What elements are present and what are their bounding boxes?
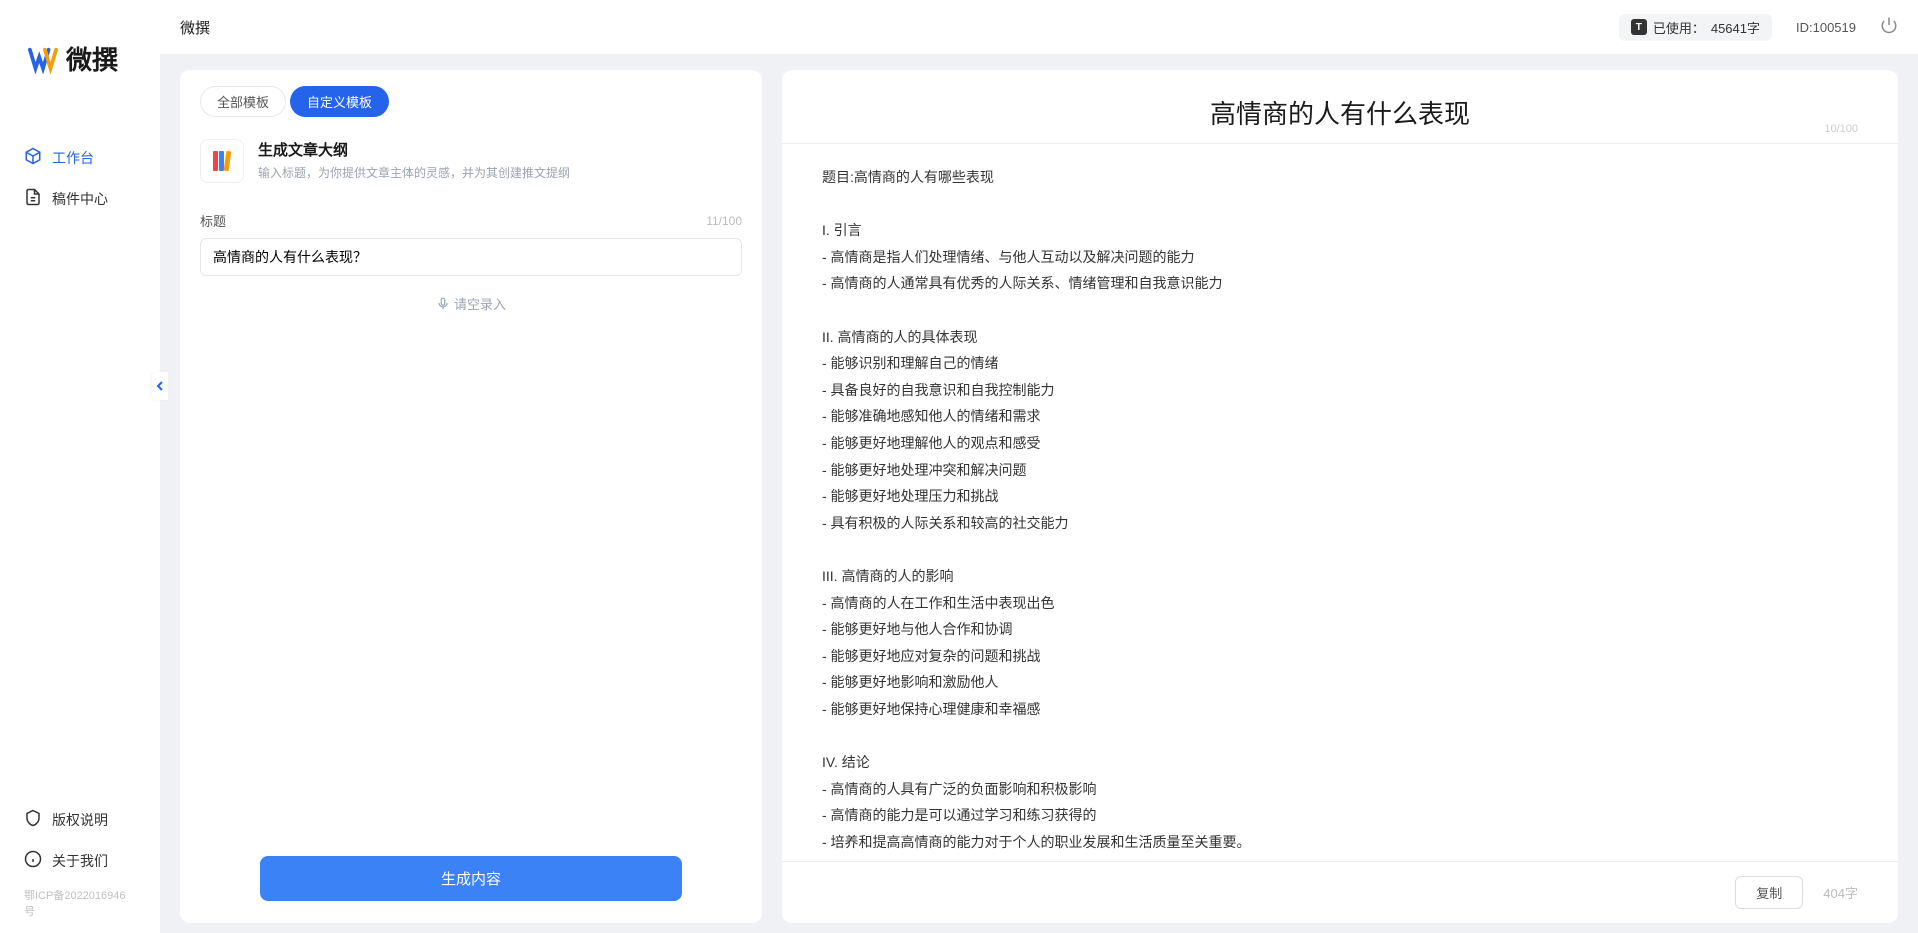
sidebar-item-label: 版权说明	[52, 810, 108, 830]
result-header: 高情商的人有什么表现 10/100	[782, 70, 1898, 144]
generate-button[interactable]: 生成内容	[260, 856, 682, 901]
info-icon	[24, 850, 42, 871]
main: 全部模板 自定义模板 生成文章大纲 输入标题，为你提供文章主体的灵感，并为其创建…	[180, 70, 1898, 923]
sidebar-item-label: 工作台	[52, 148, 94, 168]
sidebar-item-about[interactable]: 关于我们	[0, 840, 160, 881]
template-card: 生成文章大纲 输入标题，为你提供文章主体的灵感，并为其创建推文提纲	[200, 139, 742, 183]
copy-button[interactable]: 复制	[1735, 876, 1803, 909]
template-title: 生成文章大纲	[258, 139, 570, 160]
voice-input-label: 请空录入	[454, 294, 506, 313]
sidebar-item-label: 稿件中心	[52, 189, 108, 209]
tab-custom-templates[interactable]: 自定义模板	[290, 86, 389, 117]
template-tabs: 全部模板 自定义模板	[180, 70, 762, 117]
title-input[interactable]	[200, 238, 742, 276]
top-header: 微撰 T 已使用： 45641字 ID:100519	[160, 0, 1918, 54]
app-title: 微撰	[180, 17, 210, 38]
icp-text: 鄂ICP备2022016946号	[0, 881, 160, 925]
title-char-count: 11/100	[706, 214, 742, 228]
result-title: 高情商的人有什么表现	[822, 94, 1858, 131]
sidebar-nav: 工作台 稿件中心	[0, 97, 160, 799]
sidebar-bottom: 版权说明 关于我们 鄂ICP备2022016946号	[0, 799, 160, 933]
logo: 微撰	[0, 0, 160, 97]
word-count: 404字	[1823, 883, 1858, 902]
sidebar-item-copyright[interactable]: 版权说明	[0, 799, 160, 840]
left-panel: 全部模板 自定义模板 生成文章大纲 输入标题，为你提供文章主体的灵感，并为其创建…	[180, 70, 762, 923]
cube-icon	[24, 147, 42, 168]
usage-badge[interactable]: T 已使用： 45641字	[1619, 14, 1772, 41]
left-panel-footer: 生成内容	[180, 840, 762, 923]
logo-icon	[28, 44, 58, 74]
voice-input-button[interactable]: 请空录入	[200, 294, 742, 313]
title-label: 标题	[200, 211, 226, 230]
logo-text: 微撰	[66, 40, 118, 77]
template-info: 生成文章大纲 输入标题，为你提供文章主体的灵感，并为其创建推文提纲	[258, 139, 570, 181]
result-body[interactable]: 题目:高情商的人有哪些表现 I. 引言 - 高情商是指人们处理情绪、与他人互动以…	[782, 144, 1898, 861]
document-icon	[24, 188, 42, 209]
text-count-icon: T	[1631, 19, 1647, 35]
template-desc: 输入标题，为你提供文章主体的灵感，并为其创建推文提纲	[258, 164, 570, 181]
shield-icon	[24, 809, 42, 830]
usage-prefix: 已使用：	[1653, 18, 1705, 37]
sidebar-item-label: 关于我们	[52, 851, 108, 871]
template-books-icon	[200, 139, 244, 183]
result-footer: 复制 404字	[782, 861, 1898, 923]
user-id: ID:100519	[1796, 20, 1856, 35]
tab-all-templates[interactable]: 全部模板	[200, 86, 286, 117]
sidebar-item-workspace[interactable]: 工作台	[0, 137, 160, 178]
header-right: T 已使用： 45641字 ID:100519	[1619, 14, 1898, 41]
sidebar-collapse-handle[interactable]	[152, 372, 168, 400]
form-section: 标题 11/100 请空录入	[180, 183, 762, 313]
sidebar: 微撰 工作台 稿件中心 版权说明 关于我们 鄂ICP备2	[0, 0, 160, 933]
right-panel: 高情商的人有什么表现 10/100 题目:高情商的人有哪些表现 I. 引言 - …	[782, 70, 1898, 923]
usage-value: 45641字	[1711, 18, 1760, 37]
result-counter: 10/100	[1824, 123, 1858, 135]
power-icon[interactable]	[1880, 16, 1898, 39]
sidebar-item-drafts[interactable]: 稿件中心	[0, 178, 160, 219]
